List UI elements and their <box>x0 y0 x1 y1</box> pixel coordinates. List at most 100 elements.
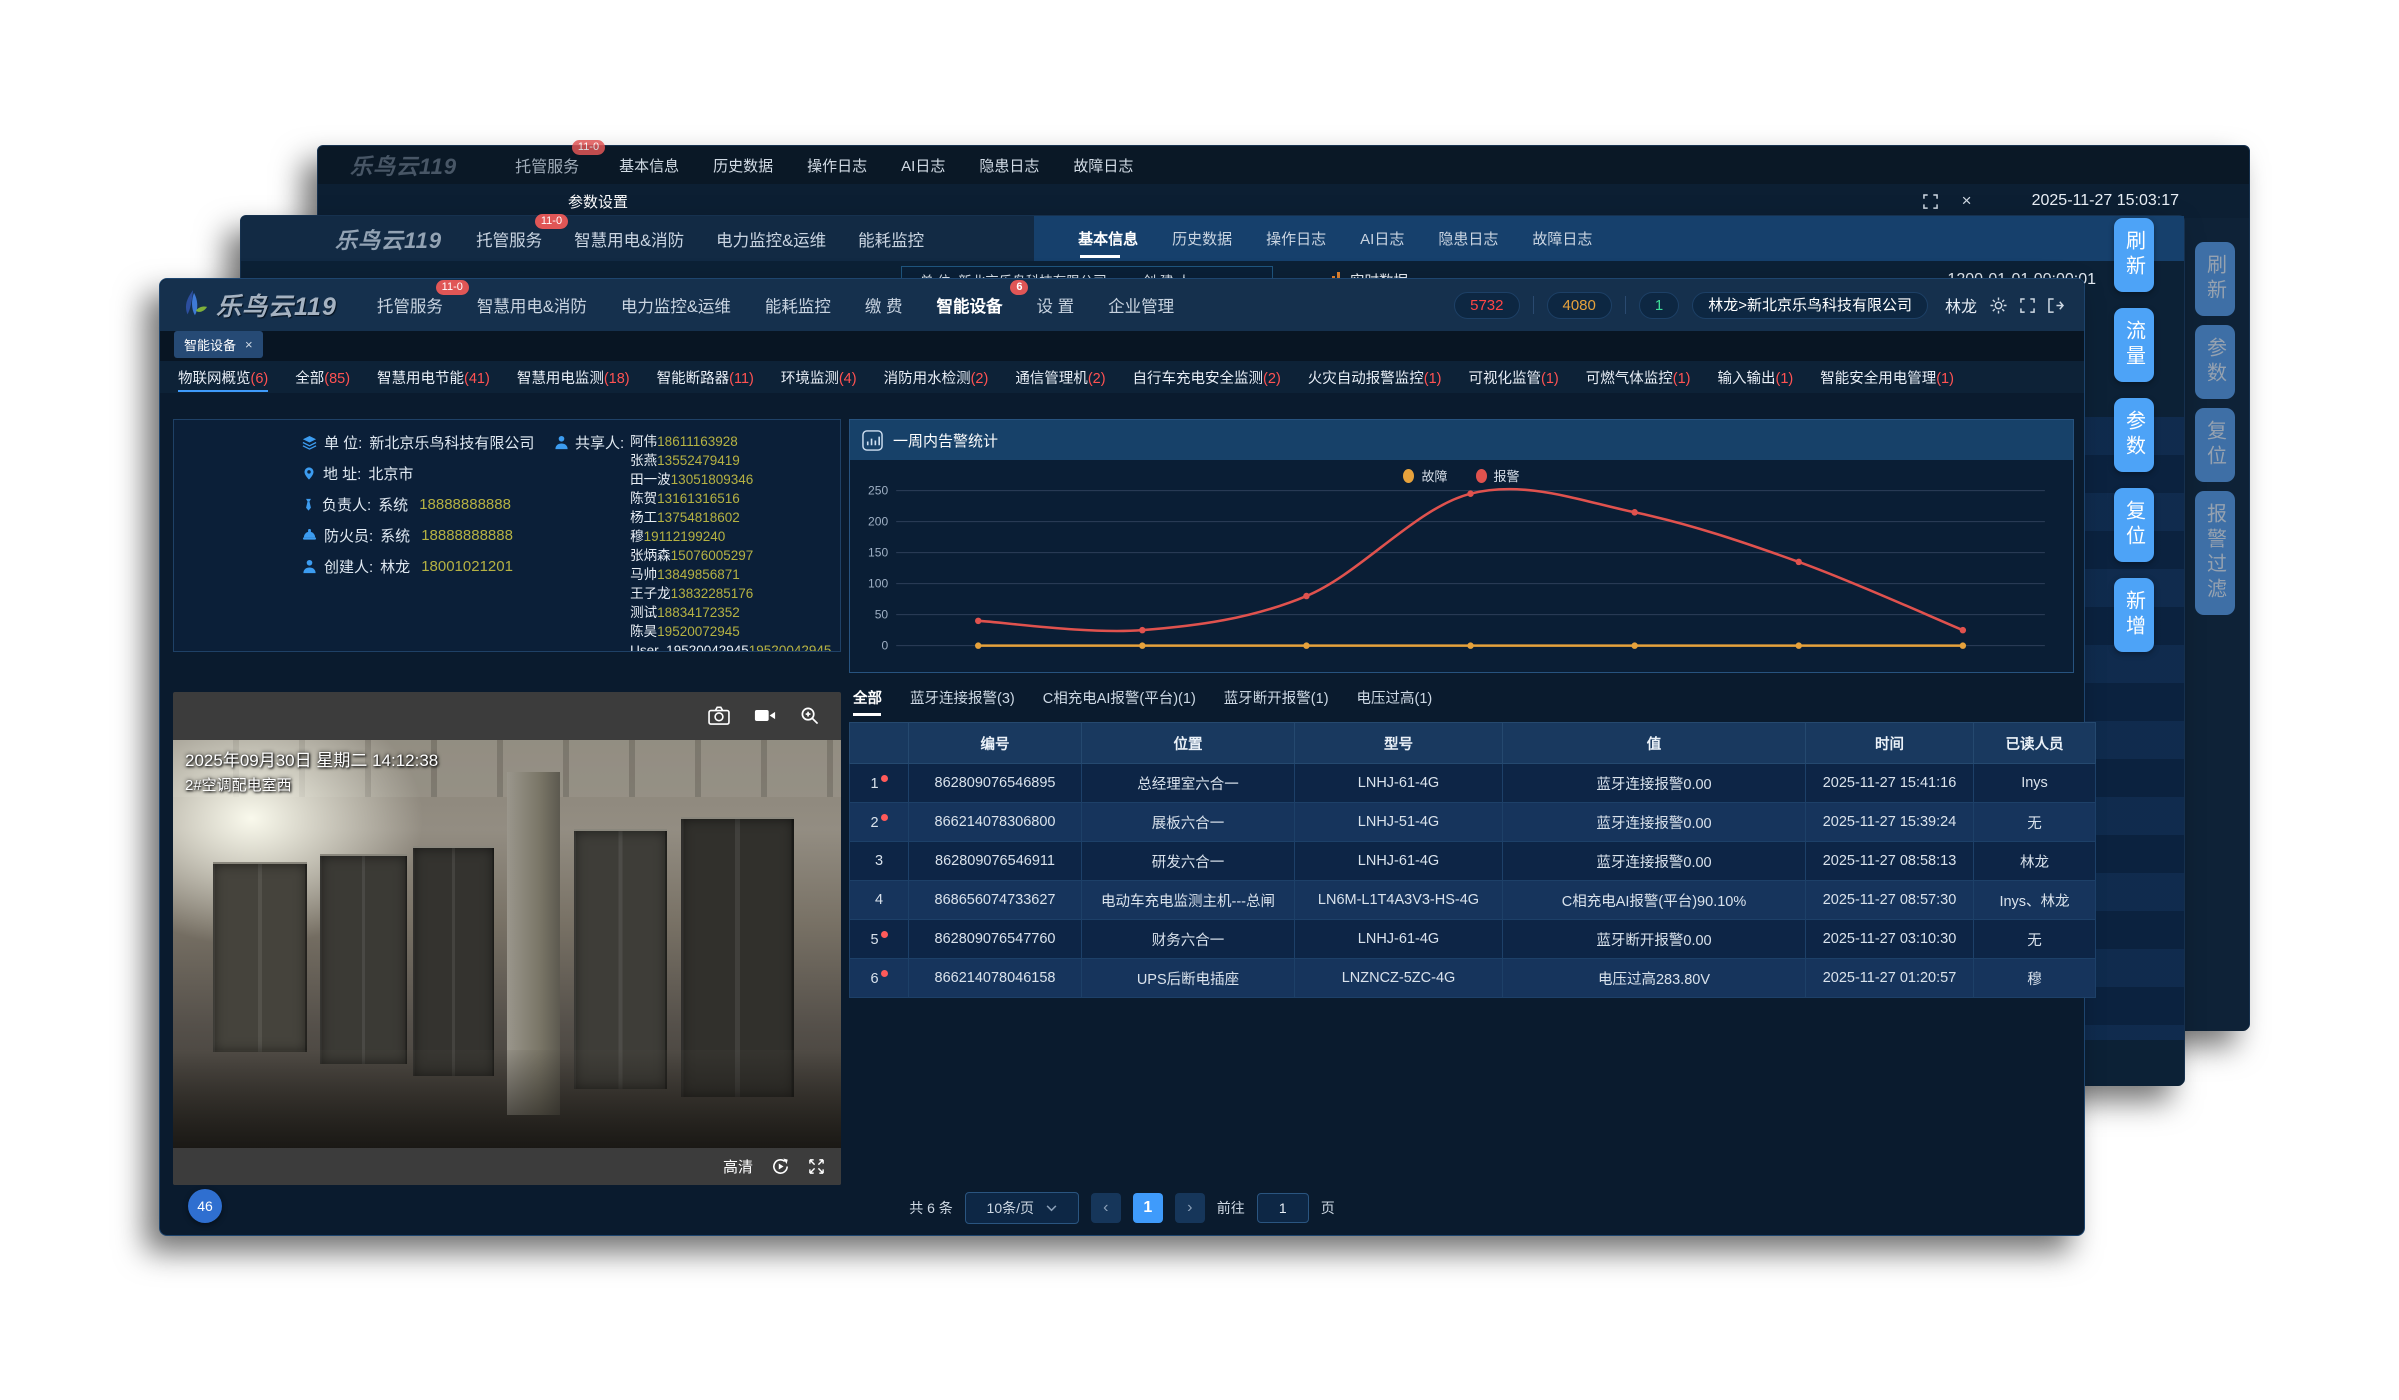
goto-page-input[interactable] <box>1257 1193 1309 1223</box>
username[interactable]: 林龙 <box>1945 293 1977 317</box>
legend-dot <box>1476 469 1487 483</box>
zoom-in-icon[interactable] <box>800 706 819 725</box>
prev-page-button[interactable]: ‹ <box>1091 1193 1121 1223</box>
nav-item-label: 智慧用电&消防 <box>574 232 684 250</box>
cell-位置: 总经理室六合一 <box>1082 764 1295 803</box>
table-row[interactable]: 6866214078046158UPS后断电插座LNZNCZ-5ZC-4G电压过… <box>850 959 2096 998</box>
legend-item-故障[interactable]: 故障 <box>1403 466 1447 485</box>
side-button-流量[interactable]: 流量 <box>2114 308 2154 382</box>
logout-icon[interactable] <box>2048 298 2064 313</box>
category-tab-环境监测[interactable]: 环境监测(4) <box>781 363 857 392</box>
replay-icon[interactable] <box>771 1157 790 1176</box>
counter-pill[interactable]: 1 <box>1639 292 1679 319</box>
category-tab-自行车充电安全监测[interactable]: 自行车充电安全监测(2) <box>1133 363 1281 392</box>
person-name: 王子龙 <box>630 586 671 601</box>
middle-tab-基本信息[interactable]: 基本信息 <box>1078 228 1138 249</box>
cell-时间: 2025-11-27 01:20:57 <box>1806 959 1974 998</box>
page-number-button[interactable]: 1 <box>1133 1193 1163 1223</box>
category-tab-可燃气体监控[interactable]: 可燃气体监控(1) <box>1586 363 1691 392</box>
theme-sun-icon[interactable] <box>1990 297 2007 314</box>
category-tab-物联网概览[interactable]: 物联网概览(6) <box>178 363 268 392</box>
menu-item-设置[interactable]: 设 置 <box>1036 293 1074 317</box>
notification-badge[interactable]: 46 <box>188 1189 222 1223</box>
back-tab-隐患日志[interactable]: 隐患日志 <box>979 155 1039 176</box>
nav-item-label: 能耗监控 <box>858 232 924 250</box>
side-button-刷新[interactable]: 刷新 <box>2114 218 2154 292</box>
record-video-icon[interactable] <box>754 708 776 723</box>
category-tab-消防用水检测[interactable]: 消防用水检测(2) <box>884 363 989 392</box>
open-tabs-strip: 智能设备 × <box>160 331 2084 361</box>
alarm-tab-全部[interactable]: 全部 <box>853 687 882 708</box>
next-page-button[interactable]: › <box>1175 1193 1205 1223</box>
page-size-select[interactable]: 10条/页 <box>965 1192 1079 1224</box>
menu-item-企业管理[interactable]: 企业管理 <box>1108 293 1174 317</box>
fullscreen-icon[interactable] <box>2020 298 2035 313</box>
category-tab-可视化监管[interactable]: 可视化监管(1) <box>1469 363 1559 392</box>
back-tab-历史数据[interactable]: 历史数据 <box>713 155 773 176</box>
category-tab-火灾自动报警监控[interactable]: 火灾自动报警监控(1) <box>1308 363 1442 392</box>
nav-item-hosted-service[interactable]: 托管服务 11-0 <box>515 153 579 177</box>
alarm-tab-电压过高[interactable]: 电压过高(1) <box>1357 687 1433 708</box>
company-breadcrumb[interactable]: 林龙>新北京乐鸟科技有限公司 <box>1692 292 1928 319</box>
back-tab-故障日志[interactable]: 故障日志 <box>1073 155 1133 176</box>
menu-item-能耗监控[interactable]: 能耗监控 <box>765 293 831 317</box>
menu-item-托管服务[interactable]: 托管服务11-0 <box>377 293 443 317</box>
alarm-tab-C相充电AI报警(平台)[interactable]: C相充电AI报警(平台)(1) <box>1043 687 1196 708</box>
alarm-tab-蓝牙断开报警[interactable]: 蓝牙断开报警(1) <box>1224 687 1329 708</box>
header-已读人员: 已读人员 <box>1974 723 2096 764</box>
side-button-复位[interactable]: 复位 <box>2114 488 2154 562</box>
category-tab-智能安全用电管理[interactable]: 智能安全用电管理(1) <box>1820 363 1954 392</box>
middle-tab-故障日志[interactable]: 故障日志 <box>1532 228 1592 249</box>
cell-型号: LNHJ-61-4G <box>1295 764 1503 803</box>
category-tab-智慧用电监测[interactable]: 智慧用电监测(18) <box>517 363 630 392</box>
middle-tab-隐患日志[interactable]: 隐患日志 <box>1438 228 1498 249</box>
table-row[interactable]: 4868656074733627电动车充电监测主机---总闸LN6M-L1T4A… <box>850 881 2096 920</box>
middle-tab-历史数据[interactable]: 历史数据 <box>1172 228 1232 249</box>
table-row[interactable]: 5862809076547760财务六合一LNHJ-61-4G蓝牙断开报警0.0… <box>850 920 2096 959</box>
middle-tab-操作日志[interactable]: 操作日志 <box>1266 228 1326 249</box>
menu-item-电力监控&运维[interactable]: 电力监控&运维 <box>621 293 731 317</box>
menu-item-智能设备[interactable]: 智能设备6 <box>936 293 1002 317</box>
header-值: 值 <box>1503 723 1806 764</box>
alarm-tab-蓝牙连接报警[interactable]: 蓝牙连接报警(3) <box>910 687 1015 708</box>
back-tab-AI日志[interactable]: AI日志 <box>901 155 945 176</box>
category-tab-通信管理机[interactable]: 通信管理机(2) <box>1015 363 1105 392</box>
camera-timestamp: 2025年09月30日 星期二 14:12:38 <box>185 748 438 774</box>
nav-item-能耗监控[interactable]: 能耗监控 <box>858 227 924 251</box>
snapshot-icon[interactable] <box>708 706 730 725</box>
back-tab-基本信息[interactable]: 基本信息 <box>619 155 679 176</box>
side-button-参数[interactable]: 参数 <box>2114 398 2154 472</box>
menu-item-缴费[interactable]: 缴 费 <box>865 293 903 317</box>
person-name: 穆 <box>630 529 644 544</box>
menu-item-智慧用电&消防[interactable]: 智慧用电&消防 <box>477 293 587 317</box>
nav-item-托管服务[interactable]: 托管服务11-0 <box>476 227 542 251</box>
category-tab-智慧用电节能[interactable]: 智慧用电节能(41) <box>377 363 490 392</box>
side-button-报警过滤[interactable]: 报警过滤 <box>2195 491 2235 615</box>
table-row[interactable]: 2866214078306800展板六合一LNHJ-51-4G蓝牙连接报警0.0… <box>850 803 2096 842</box>
side-button-参数[interactable]: 参数 <box>2195 325 2235 399</box>
person-phone: 19520072945 <box>657 624 740 639</box>
hd-button[interactable]: 高清 <box>723 1156 753 1177</box>
nav-item-电力监控&运维[interactable]: 电力监控&运维 <box>716 227 826 251</box>
counter-pill[interactable]: 5732 <box>1454 292 1519 319</box>
table-row[interactable]: 1862809076546895总经理室六合一LNHJ-61-4G蓝牙连接报警0… <box>850 764 2096 803</box>
legend-item-报警[interactable]: 报警 <box>1476 466 1520 485</box>
cell-值: 蓝牙连接报警0.00 <box>1503 842 1806 881</box>
middle-tab-AI日志[interactable]: AI日志 <box>1360 228 1404 249</box>
back-tab-操作日志[interactable]: 操作日志 <box>807 155 867 176</box>
tab-smart-device[interactable]: 智能设备 × <box>174 331 263 358</box>
fullscreen-arrows-icon[interactable] <box>808 1158 825 1175</box>
fullscreen-icon[interactable] <box>1923 194 1938 209</box>
close-icon[interactable]: × <box>1962 191 1972 211</box>
category-tab-智能断路器[interactable]: 智能断路器(11) <box>657 363 754 392</box>
tab-close-icon[interactable]: × <box>245 337 253 352</box>
side-button-复位[interactable]: 复位 <box>2195 408 2235 482</box>
counter-pill[interactable]: 4080 <box>1547 292 1612 319</box>
category-tab-全部[interactable]: 全部(85) <box>295 363 350 392</box>
side-button-新增[interactable]: 新增 <box>2114 578 2154 652</box>
side-button-刷新[interactable]: 刷新 <box>2195 242 2235 316</box>
nav-item-智慧用电&消防[interactable]: 智慧用电&消防 <box>574 227 684 251</box>
table-row[interactable]: 3862809076546911研发六合一LNHJ-61-4G蓝牙连接报警0.0… <box>850 842 2096 881</box>
category-tab-输入输出[interactable]: 输入输出(1) <box>1717 363 1793 392</box>
back-side-buttons: 刷新参数复位报警过滤 <box>2195 242 2235 615</box>
